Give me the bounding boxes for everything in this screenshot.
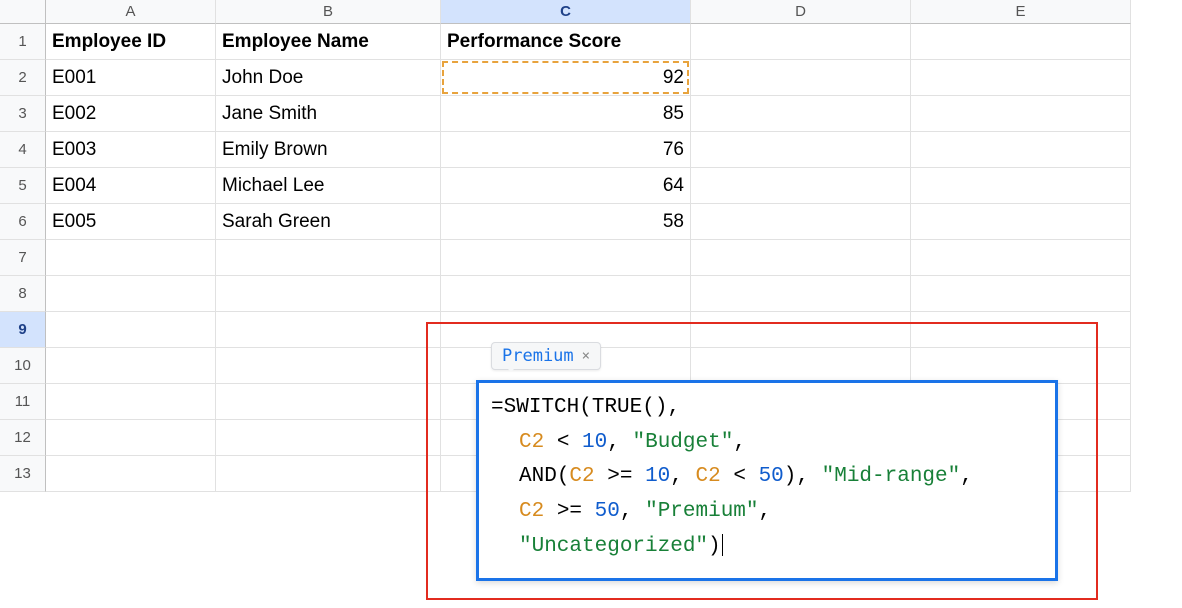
cell-D1[interactable] xyxy=(691,24,911,60)
cell-E3[interactable] xyxy=(911,96,1131,132)
row-header-8[interactable]: 8 xyxy=(0,276,46,312)
cell-B3[interactable]: Jane Smith xyxy=(216,96,441,132)
cell-D5[interactable] xyxy=(691,168,911,204)
row-header-6[interactable]: 6 xyxy=(0,204,46,240)
cell-D10[interactable] xyxy=(691,348,911,384)
col-header-C[interactable]: C xyxy=(441,0,691,24)
cell-A5[interactable]: E004 xyxy=(46,168,216,204)
cell-D4[interactable] xyxy=(691,132,911,168)
cell-A9[interactable] xyxy=(46,312,216,348)
cell-E9[interactable] xyxy=(911,312,1131,348)
cell-A6[interactable]: E005 xyxy=(46,204,216,240)
cell-E6[interactable] xyxy=(911,204,1131,240)
cell-A13[interactable] xyxy=(46,456,216,492)
cell-C4[interactable]: 76 xyxy=(441,132,691,168)
cell-B6[interactable]: Sarah Green xyxy=(216,204,441,240)
cell-C1[interactable]: Performance Score xyxy=(441,24,691,60)
cell-B10[interactable] xyxy=(216,348,441,384)
formula-line-3: AND(C2 >= 10, C2 < 50), "Mid-range", xyxy=(491,460,1043,495)
cell-B13[interactable] xyxy=(216,456,441,492)
cell-B5[interactable]: Michael Lee xyxy=(216,168,441,204)
row-header-4[interactable]: 4 xyxy=(0,132,46,168)
cell-B8[interactable] xyxy=(216,276,441,312)
cell-D9[interactable] xyxy=(691,312,911,348)
cell-E1[interactable] xyxy=(911,24,1131,60)
formula-line-4: C2 >= 50, "Premium", xyxy=(491,495,1043,530)
row-header-13[interactable]: 13 xyxy=(0,456,46,492)
cell-C8[interactable] xyxy=(441,276,691,312)
cell-B12[interactable] xyxy=(216,420,441,456)
row-header-3[interactable]: 3 xyxy=(0,96,46,132)
tooltip-text: Premium xyxy=(502,346,574,366)
row-header-2[interactable]: 2 xyxy=(0,60,46,96)
cell-B7[interactable] xyxy=(216,240,441,276)
cell-D7[interactable] xyxy=(691,240,911,276)
cell-A2[interactable]: E001 xyxy=(46,60,216,96)
cell-B9[interactable] xyxy=(216,312,441,348)
formula-editor[interactable]: =SWITCH(TRUE(), C2 < 10, "Budget", AND(C… xyxy=(476,380,1058,581)
text-cursor xyxy=(722,534,723,556)
cell-D6[interactable] xyxy=(691,204,911,240)
cell-A10[interactable] xyxy=(46,348,216,384)
cell-E4[interactable] xyxy=(911,132,1131,168)
cell-B2[interactable]: John Doe xyxy=(216,60,441,96)
cell-C2[interactable]: 92 xyxy=(441,60,691,96)
cell-C5[interactable]: 64 xyxy=(441,168,691,204)
formula-line-1: =SWITCH(TRUE(), xyxy=(491,391,1043,426)
cell-B1[interactable]: Employee Name xyxy=(216,24,441,60)
cell-C3[interactable]: 85 xyxy=(441,96,691,132)
formula-line-5: "Uncategorized") xyxy=(491,530,1043,565)
cell-D2[interactable] xyxy=(691,60,911,96)
row-header-7[interactable]: 7 xyxy=(0,240,46,276)
row-header-9[interactable]: 9 xyxy=(0,312,46,348)
cell-A1[interactable]: Employee ID xyxy=(46,24,216,60)
row-header-5[interactable]: 5 xyxy=(0,168,46,204)
row-header-1[interactable]: 1 xyxy=(0,24,46,60)
formula-result-tooltip: Premium × xyxy=(491,342,601,370)
cell-E5[interactable] xyxy=(911,168,1131,204)
cell-E2[interactable] xyxy=(911,60,1131,96)
select-all-corner[interactable] xyxy=(0,0,46,24)
col-header-D[interactable]: D xyxy=(691,0,911,24)
formula-line-2: C2 < 10, "Budget", xyxy=(491,426,1043,461)
close-icon[interactable]: × xyxy=(582,348,590,364)
cell-B4[interactable]: Emily Brown xyxy=(216,132,441,168)
cell-E10[interactable] xyxy=(911,348,1131,384)
cell-D3[interactable] xyxy=(691,96,911,132)
cell-A8[interactable] xyxy=(46,276,216,312)
col-header-B[interactable]: B xyxy=(216,0,441,24)
cell-A11[interactable] xyxy=(46,384,216,420)
cell-E7[interactable] xyxy=(911,240,1131,276)
cell-E8[interactable] xyxy=(911,276,1131,312)
col-header-A[interactable]: A xyxy=(46,0,216,24)
cell-A7[interactable] xyxy=(46,240,216,276)
cell-B11[interactable] xyxy=(216,384,441,420)
cell-A4[interactable]: E003 xyxy=(46,132,216,168)
cell-A3[interactable]: E002 xyxy=(46,96,216,132)
cell-D8[interactable] xyxy=(691,276,911,312)
cell-A12[interactable] xyxy=(46,420,216,456)
col-header-E[interactable]: E xyxy=(911,0,1131,24)
cell-C6[interactable]: 58 xyxy=(441,204,691,240)
row-header-11[interactable]: 11 xyxy=(0,384,46,420)
cell-C7[interactable] xyxy=(441,240,691,276)
row-header-10[interactable]: 10 xyxy=(0,348,46,384)
row-header-12[interactable]: 12 xyxy=(0,420,46,456)
